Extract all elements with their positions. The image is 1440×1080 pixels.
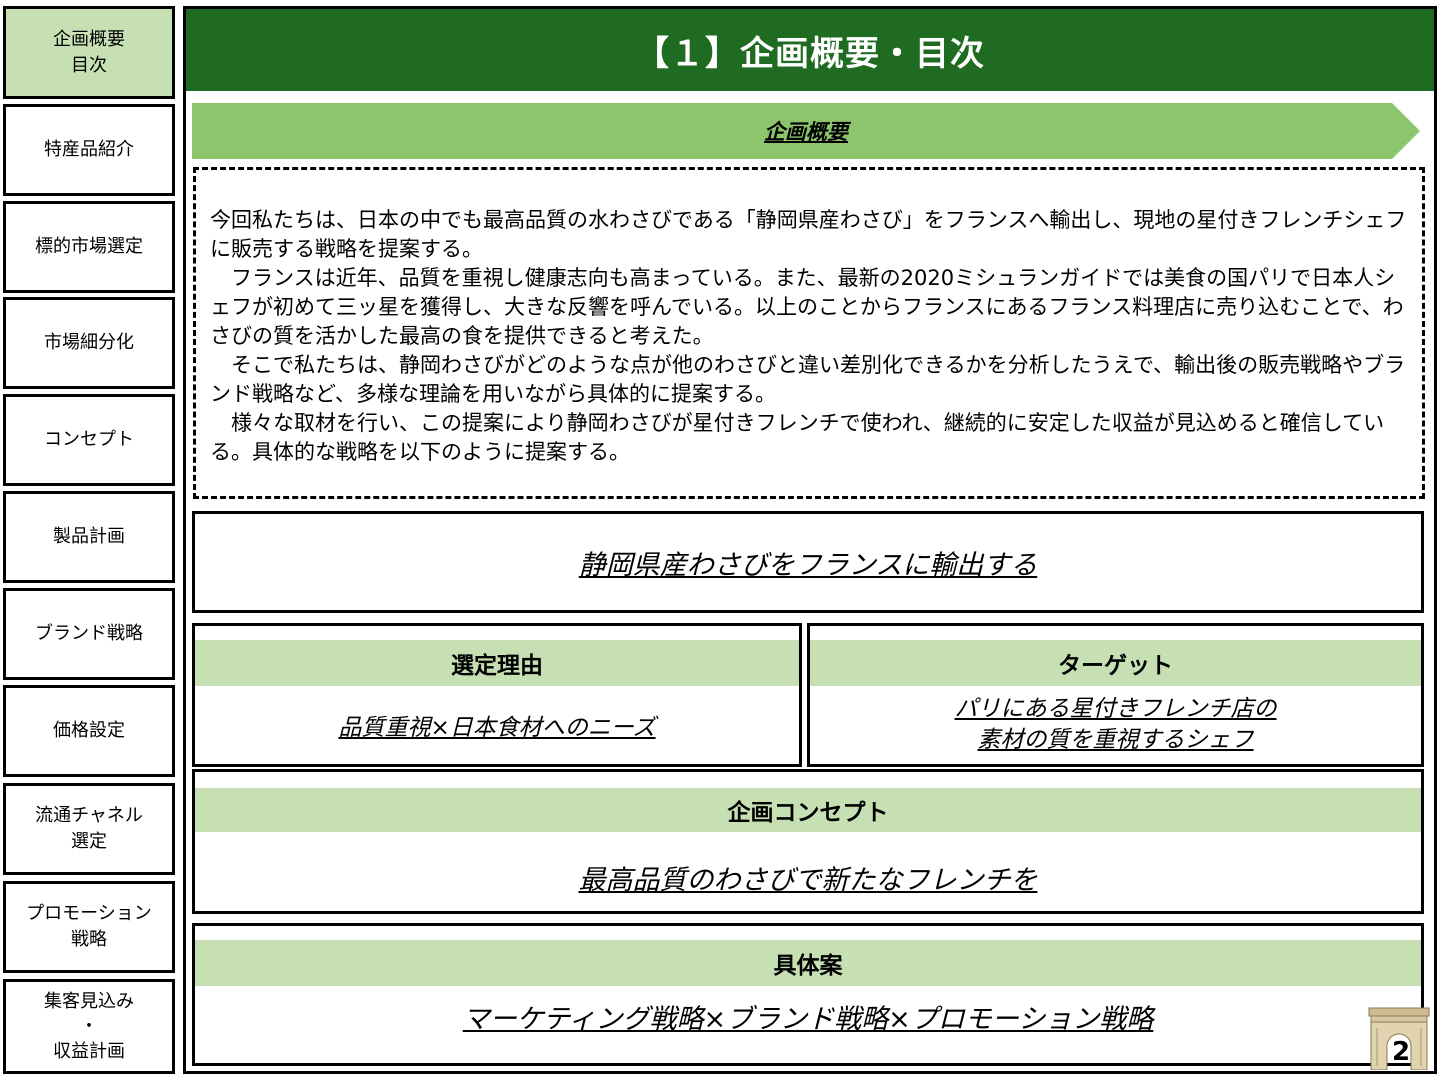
- sidebar-item-label: コンセプト: [44, 429, 134, 450]
- concept-heading: 企画コンセプト: [195, 788, 1421, 832]
- overview-text: 今回私たちは、日本の中でも最高品質の水わさびである「静岡県産わさび」をフランスへ…: [210, 206, 1408, 467]
- sidebar-item-overview[interactable]: 企画概要 目次: [3, 6, 175, 99]
- target-box: ターゲット パリにある星付きフレンチ店の 素材の質を重視するシェフ: [807, 623, 1424, 767]
- reason-text: 品質重視×日本食材へのニーズ: [338, 715, 656, 741]
- sidebar-item-revenue[interactable]: 集客見込み ・ 収益計画: [3, 979, 175, 1074]
- target-text: パリにある星付きフレンチ店の 素材の質を重視するシェフ: [810, 694, 1421, 764]
- overview-box: 今回私たちは、日本の中でも最高品質の水わさびである「静岡県産わさび」をフランスへ…: [193, 167, 1425, 499]
- plan-box: 具体案 マーケティング戦略×ブランド戦略×プロモーション戦略: [192, 923, 1424, 1066]
- target-line: パリにある星付きフレンチ店の: [954, 696, 1277, 722]
- sidebar-item-label: 集客見込み ・ 収益計画: [44, 991, 134, 1062]
- overview-paragraph: 様々な取材を行い、この提案により静岡わさびが星付きフレンチで使われ、継続的に安定…: [210, 411, 1385, 464]
- sidebar-item-label: 特産品紹介: [44, 139, 134, 160]
- overview-paragraph: 今回私たちは、日本の中でも最高品質の水わさびである「静岡県産わさび」をフランスへ…: [210, 208, 1407, 261]
- sidebar-item-label: ブランド戦略: [35, 623, 143, 644]
- sidebar-item-label: 標的市場選定: [35, 236, 143, 257]
- sidebar-item-label: 価格設定: [53, 720, 125, 741]
- goal-text: 静岡県産わさびをフランスに輸出する: [578, 549, 1038, 581]
- page-number: 2: [1391, 1037, 1411, 1067]
- sidebar-item-brand-strategy[interactable]: ブランド戦略: [3, 588, 175, 680]
- reason-heading: 選定理由: [195, 640, 799, 686]
- concept-box: 企画コンセプト 最高品質のわさびで新たなフレンチを: [192, 769, 1424, 914]
- reason-box: 選定理由 品質重視×日本食材へのニーズ: [192, 623, 802, 767]
- target-heading: ターゲット: [810, 640, 1421, 686]
- sidebar-item-promotion[interactable]: プロモーション 戦略: [3, 881, 175, 973]
- page-title: 【１】企画概要・目次: [186, 9, 1434, 91]
- concept-text: 最高品質のわさびで新たなフレンチを: [578, 864, 1038, 896]
- overview-banner: 企画概要: [192, 103, 1420, 159]
- sidebar-item-distribution[interactable]: 流通チャネル 選定: [3, 783, 175, 875]
- sidebar-item-target-market[interactable]: 標的市場選定: [3, 201, 175, 293]
- sidebar-item-segmentation[interactable]: 市場細分化: [3, 297, 175, 389]
- sidebar-item-label: 流通チャネル 選定: [35, 805, 143, 852]
- sidebar-item-specialty[interactable]: 特産品紹介: [3, 104, 175, 196]
- sidebar-item-label: 製品計画: [53, 526, 125, 547]
- sidebar-item-concept[interactable]: コンセプト: [3, 394, 175, 486]
- plan-heading: 具体案: [195, 940, 1421, 986]
- sidebar-item-pricing[interactable]: 価格設定: [3, 685, 175, 777]
- overview-paragraph: そこで私たちは、静岡わさびがどのような点が他のわさびと違い差別化できるかを分析し…: [210, 353, 1406, 406]
- goal-box: 静岡県産わさびをフランスに輸出する: [192, 511, 1424, 613]
- sidebar-item-label: 市場細分化: [44, 332, 134, 353]
- plan-text: マーケティング戦略×ブランド戦略×プロモーション戦略: [462, 1003, 1154, 1035]
- overview-banner-label: 企画概要: [764, 120, 848, 144]
- overview-paragraph: フランスは近年、品質を重視し健康志向も高まっている。また、最新の2020ミシュラ…: [210, 266, 1404, 348]
- sidebar-item-label: 企画概要 目次: [53, 28, 125, 76]
- target-line: 素材の質を重視するシェフ: [977, 727, 1254, 753]
- sidebar-item-product-plan[interactable]: 製品計画: [3, 491, 175, 583]
- sidebar-item-label: プロモーション 戦略: [26, 903, 152, 950]
